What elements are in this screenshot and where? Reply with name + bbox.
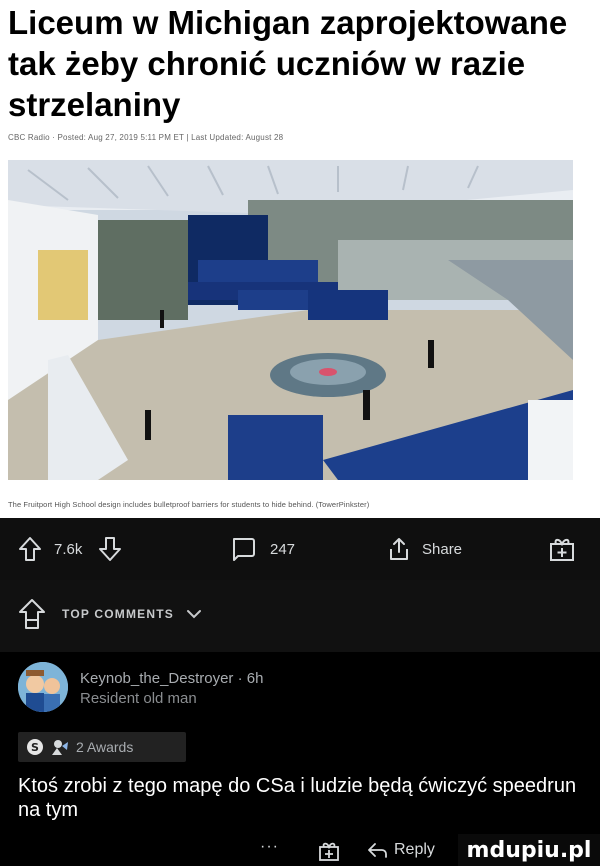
comment-body: Ktoś zrobi z tego mapę do CSa i ludzie b… — [18, 775, 577, 821]
comment-username[interactable]: Keynob_the_Destroyer · 6h — [80, 670, 263, 687]
meme-header: Liceum w Michigan zaprojektowane tak żeb… — [0, 0, 600, 518]
awards-badge[interactable]: S 2 Awards — [18, 732, 186, 762]
article-caption: The Fruitport High School design include… — [8, 500, 370, 509]
share-label[interactable]: Share — [422, 534, 462, 564]
school-hallway-rendering — [8, 160, 573, 480]
give-award-icon[interactable] — [318, 840, 340, 862]
share-button[interactable] — [386, 534, 412, 564]
share-icon — [390, 538, 408, 560]
chevron-down-icon[interactable] — [186, 607, 202, 621]
user-flair: Resident old man — [80, 690, 197, 707]
reply-button[interactable]: Reply — [394, 841, 435, 859]
avatar[interactable] — [18, 662, 68, 712]
comments-button[interactable] — [230, 534, 256, 564]
upvote-button[interactable] — [18, 534, 42, 564]
comments-count: 247 — [270, 540, 296, 558]
more-options-button[interactable]: ··· — [260, 838, 279, 856]
downvote-arrow-icon — [99, 537, 121, 561]
downvote-button[interactable] — [98, 534, 122, 564]
comments-sort-label[interactable]: TOP COMMENTS — [62, 607, 174, 621]
upvote-arrow-icon — [19, 537, 41, 561]
add-award-icon — [550, 538, 574, 561]
svg-text:S: S — [31, 741, 39, 754]
comments-sort-bar[interactable]: TOP COMMENTS — [0, 580, 600, 652]
awards-label: 2 Awards — [76, 739, 134, 755]
add-award-button[interactable] — [548, 534, 576, 564]
post-score: 7.6k — [54, 540, 83, 558]
reply-arrow-icon[interactable] — [366, 841, 388, 861]
top-sort-icon — [19, 599, 45, 629]
reddit-thread: 7.6k 247 Share TOP COMMENTS Keynob_the_D… — [0, 518, 600, 866]
article-photo — [8, 160, 573, 480]
user-avatar-icon — [18, 662, 68, 712]
watermark-logo: mdupiu.pl — [458, 834, 600, 866]
wholesome-award-icon — [52, 740, 68, 755]
comment-bubble-icon — [233, 538, 255, 561]
article-headline: Liceum w Michigan zaprojektowane tak żeb… — [8, 4, 568, 123]
silver-award-icon: S — [27, 739, 43, 755]
article-byline: CBC Radio · Posted: Aug 27, 2019 5:11 PM… — [8, 133, 284, 142]
post-action-bar: 7.6k 247 Share — [0, 518, 600, 580]
